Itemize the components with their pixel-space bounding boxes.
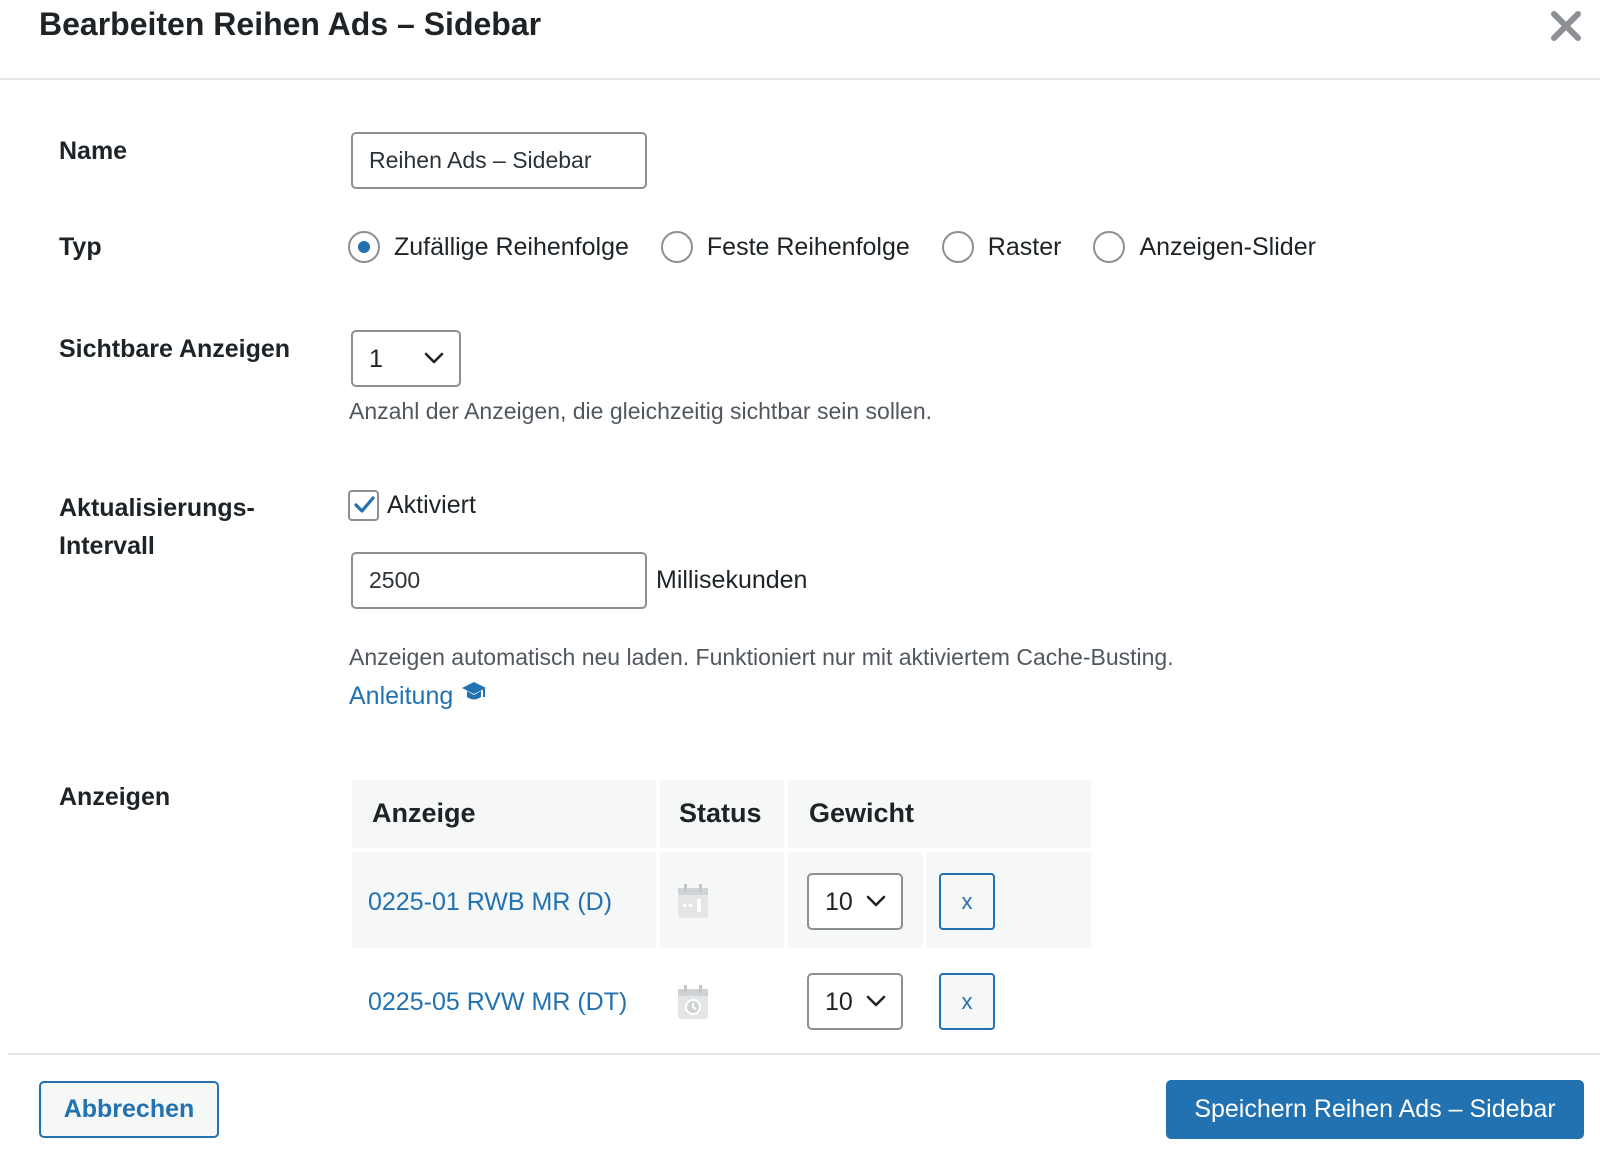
type-option-label: Feste Reihenfolge (706, 232, 910, 261)
chevron-down-icon (866, 895, 886, 907)
radio-unchecked[interactable] (941, 231, 974, 263)
type-option-label: Anzeigen-Slider (1139, 232, 1316, 261)
ad-link[interactable]: 0225-01 RWB MR (D) (368, 888, 612, 917)
type-label: Typ (59, 233, 102, 261)
close-icon[interactable] (1548, 8, 1584, 44)
weight-select[interactable]: 10 (807, 973, 903, 1030)
type-option-random[interactable]: Zufällige Reihenfolge (348, 231, 629, 263)
ad-link[interactable]: 0225-05 RVW MR (DT) (368, 988, 627, 1017)
weight-value: 10 (825, 888, 853, 916)
type-option-fixed[interactable]: Feste Reihenfolge (660, 231, 910, 263)
radio-checked[interactable] (348, 231, 380, 263)
radio-unchecked[interactable] (1093, 231, 1126, 263)
refresh-interval-input[interactable]: 2500 (351, 552, 647, 609)
name-label: Name (59, 137, 128, 165)
remove-ad-button[interactable]: x (939, 973, 995, 1030)
refresh-enabled-checkbox[interactable] (348, 490, 379, 521)
ads-label: Anzeigen (59, 783, 171, 811)
graduation-cap-icon (462, 682, 487, 700)
tutorial-link[interactable]: Anleitung (349, 682, 487, 711)
radio-unchecked[interactable] (660, 231, 693, 263)
dialog-title: Bearbeiten Reihen Ads – Sidebar (39, 6, 542, 42)
column-header-ad: Anzeige (372, 798, 476, 828)
type-radio-group: Zufällige Reihenfolge Feste Reihenfolge … (348, 229, 1348, 265)
tutorial-link-text: Anleitung (349, 682, 454, 710)
calendar-icon (678, 884, 708, 918)
checkmark-icon (354, 496, 375, 513)
visible-ads-select[interactable]: 1 (351, 330, 461, 387)
footer-divider (8, 1053, 1600, 1055)
name-input[interactable]: Reihen Ads – Sidebar (351, 132, 647, 189)
type-option-slider[interactable]: Anzeigen-Slider (1093, 231, 1316, 263)
visible-ads-description: Anzahl der Anzeigen, die gleichzeitig si… (349, 398, 933, 424)
refresh-label-line1: Aktualisierungs- (59, 494, 255, 522)
chevron-down-icon (424, 352, 444, 364)
refresh-description: Anzeigen automatisch neu laden. Funktion… (349, 644, 1174, 670)
type-option-label: Zufällige Reihenfolge (394, 232, 629, 261)
visible-ads-value: 1 (369, 345, 383, 373)
column-header-status: Status (679, 798, 762, 828)
visible-ads-label: Sichtbare Anzeigen (59, 335, 291, 363)
refresh-label-line2: Intervall (59, 532, 155, 560)
type-option-label: Raster (987, 232, 1062, 261)
type-option-grid[interactable]: Raster (941, 231, 1062, 263)
refresh-unit-label: Millisekunden (656, 566, 808, 594)
column-header-weight: Gewicht (809, 798, 915, 828)
save-button[interactable]: Speichern Reihen Ads – Sidebar (1166, 1080, 1584, 1139)
weight-value: 10 (825, 988, 853, 1016)
chevron-down-icon (866, 995, 886, 1007)
weight-select[interactable]: 10 (807, 873, 903, 930)
refresh-enabled-label: Aktiviert (387, 491, 476, 519)
calendar-clock-icon (678, 985, 708, 1019)
dialog-header: Bearbeiten Reihen Ads – Sidebar (0, 0, 1600, 80)
cancel-button[interactable]: Abbrechen (39, 1081, 219, 1138)
remove-ad-button[interactable]: x (939, 873, 995, 930)
